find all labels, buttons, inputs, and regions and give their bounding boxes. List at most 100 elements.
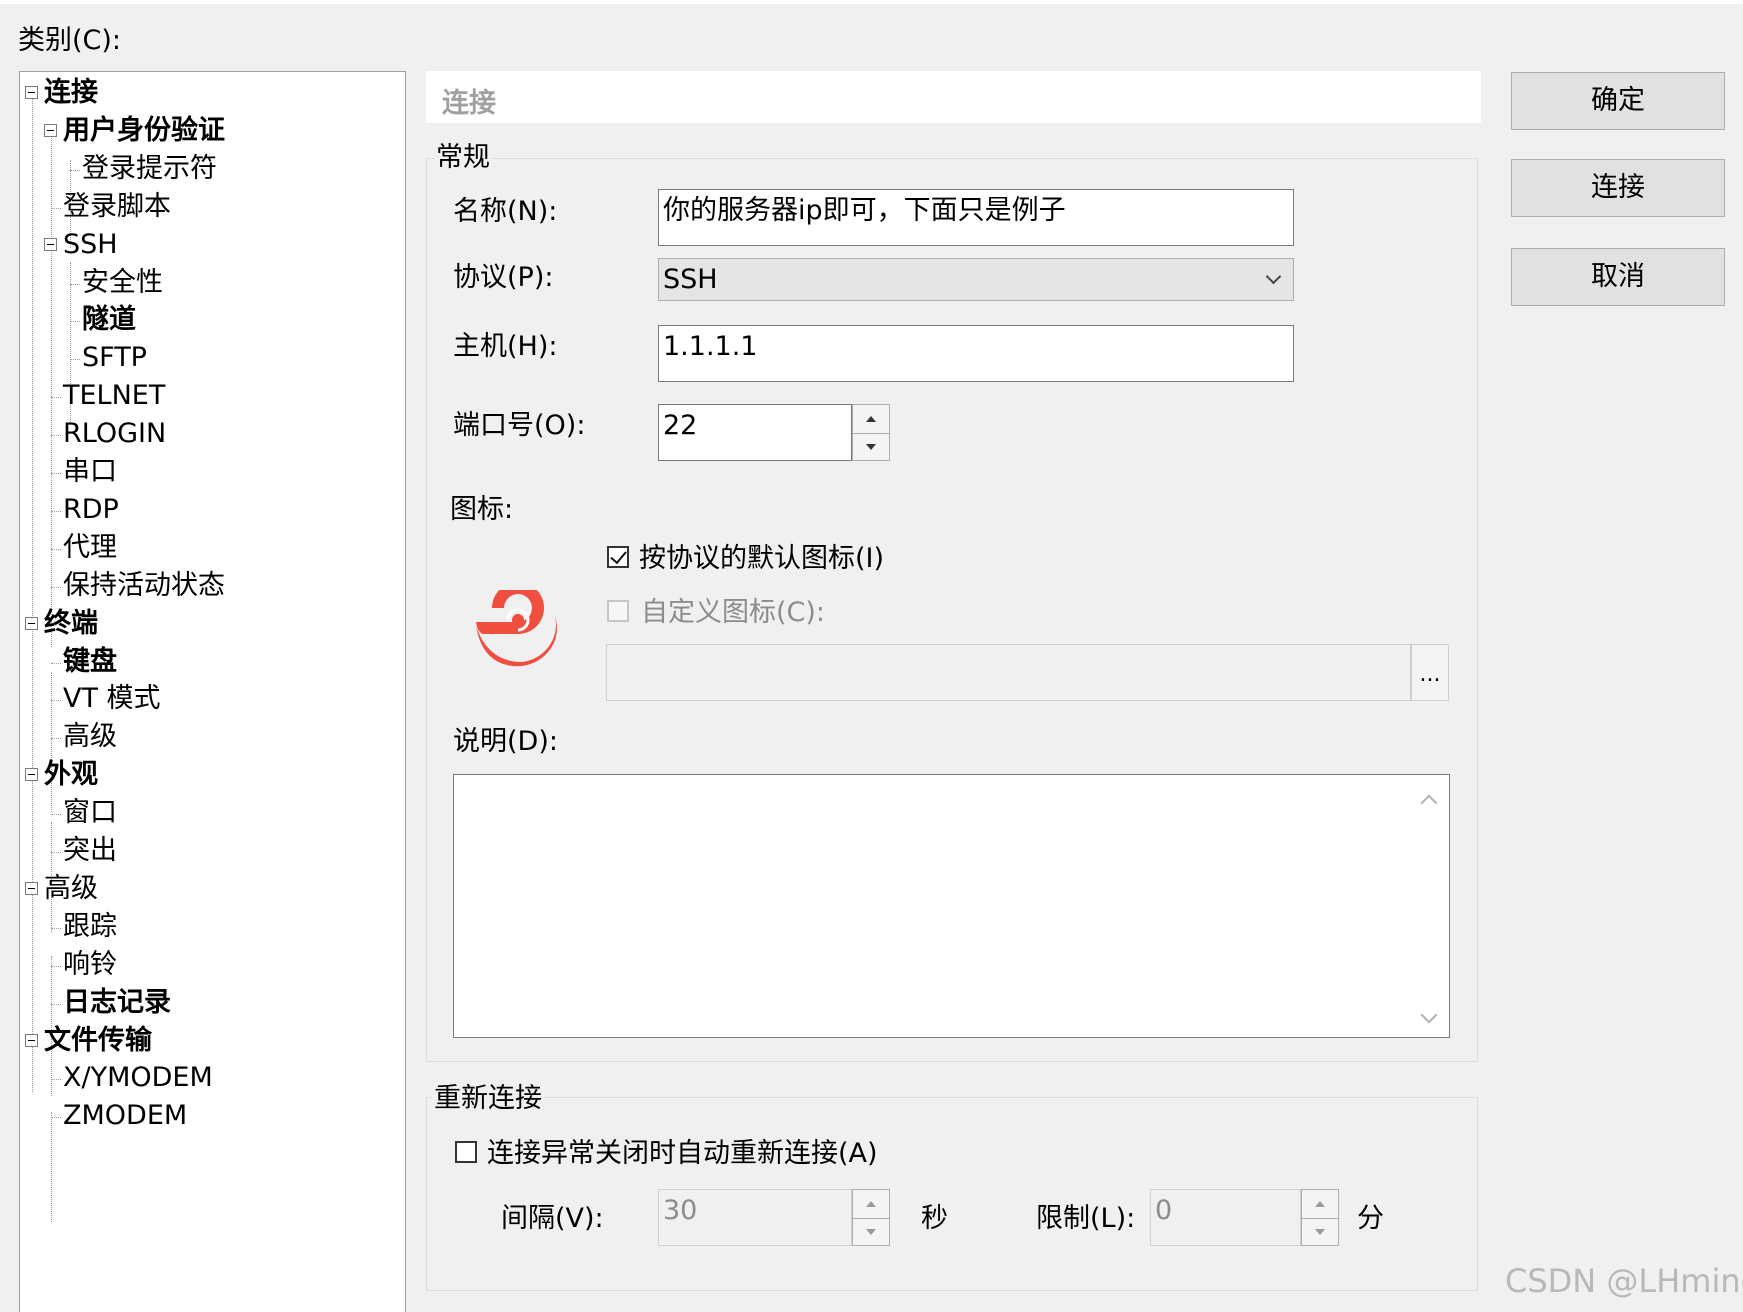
tree-item[interactable]: 保持活动状态 [63,569,225,603]
tree-connector [51,548,61,550]
name-input[interactable]: 你的服务器ip即可，下面只是例子 [658,189,1294,246]
tree-item[interactable]: 登录提示符 [82,152,217,186]
tree-item[interactable]: 突出 [63,834,117,868]
general-group-title: 常规 [434,141,492,175]
tree-item[interactable]: SSH [63,228,118,262]
tree-item[interactable]: X/YMODEM [63,1061,213,1095]
default-icon-label[interactable]: 按协议的默认图标(I) [639,542,884,576]
tree-expander-icon[interactable] [25,86,38,99]
tree-expander-icon[interactable] [44,123,57,137]
panel-title: 连接 [442,88,496,119]
ok-button[interactable]: 确定 [1511,72,1725,130]
tree-connector [51,397,61,399]
tree-expander-icon[interactable] [25,1033,38,1047]
tree-item[interactable]: 安全性 [82,266,163,300]
tree-item[interactable]: RLOGIN [63,417,166,451]
custom-icon-path [606,644,1411,701]
tree-connector [70,321,80,323]
limit-label: 限制(L): [1036,1203,1136,1234]
tree-item[interactable]: 连接 [44,76,98,110]
protocol-value: SSH [663,264,718,295]
protocol-label: 协议(P): [453,262,554,293]
tree-connector [70,169,80,171]
description-label: 说明(D): [453,726,558,757]
tree-item[interactable]: 用户身份验证 [63,114,225,148]
tree-item[interactable]: SFTP [82,341,147,375]
default-icon-checkbox[interactable] [607,546,629,568]
description-textarea[interactable] [453,774,1450,1038]
interval-input[interactable]: 30 [658,1189,852,1246]
scroll-up-icon[interactable] [1420,794,1438,812]
tree-expander-icon[interactable] [25,881,38,895]
tree-connector [51,738,61,740]
reconnect-group-title: 重新连接 [432,1082,544,1116]
auto-reconnect-label[interactable]: 连接异常关闭时自动重新连接(A) [487,1137,878,1171]
connect-button[interactable]: 连接 [1511,159,1725,217]
port-spinner[interactable] [852,404,890,461]
host-label: 主机(H): [453,331,558,362]
tree-item[interactable]: 日志记录 [63,986,171,1020]
tree-connector [70,283,80,285]
tree-item[interactable]: ZMODEM [63,1099,187,1133]
tree-connector [51,965,61,967]
panel-header: 连接 [426,71,1481,123]
port-down-arrow-icon[interactable] [853,432,889,461]
name-label: 名称(N): [453,196,558,227]
tree-item[interactable]: 文件传输 [44,1024,152,1058]
icon-label: 图标: [450,494,514,525]
tree-item[interactable]: 代理 [63,531,117,565]
tree-connector [70,359,80,361]
ssh-spiral-icon [476,590,557,667]
interval-up-arrow-icon[interactable] [853,1190,889,1218]
tree-connector [51,852,61,853]
interval-label: 间隔(V): [501,1203,604,1234]
limit-down-arrow-icon[interactable] [1302,1217,1338,1246]
interval-unit: 秒 [921,1203,948,1234]
tree-item[interactable]: 终端 [44,607,98,641]
custom-icon-label[interactable]: 自定义图标(C): [641,596,825,630]
tree-connector [51,662,61,664]
tree-connector [51,435,61,437]
tree-item[interactable]: 响铃 [63,948,117,982]
limit-up-arrow-icon[interactable] [1302,1190,1338,1218]
tree-expander-icon[interactable] [25,768,38,782]
tree-item[interactable]: 跟踪 [63,910,117,944]
tree-connector [51,1003,61,1005]
tree-expander-icon[interactable] [44,237,57,251]
cancel-button[interactable]: 取消 [1511,248,1725,306]
host-input[interactable]: 1.1.1.1 [658,325,1294,382]
tree-expander-icon[interactable] [25,616,38,630]
tree-item[interactable]: 隧道 [82,303,136,337]
auto-reconnect-checkbox[interactable] [455,1141,477,1163]
browse-button[interactable]: ... [1411,644,1449,701]
tree-item[interactable]: 外观 [44,758,98,792]
interval-down-arrow-icon[interactable] [853,1217,889,1246]
tree-item[interactable]: RDP [63,493,119,527]
tree-item[interactable]: TELNET [63,379,165,413]
tree-item[interactable]: 窗口 [63,796,117,830]
port-input[interactable]: 22 [658,404,852,461]
interval-spinner[interactable] [852,1189,890,1246]
tree-item[interactable]: 键盘 [63,645,117,679]
limit-spinner[interactable] [1301,1189,1339,1246]
protocol-select[interactable]: SSH [658,258,1294,301]
tree-connector [51,814,61,816]
tree-connector [51,1079,61,1081]
tree-connector [51,927,61,929]
chevron-down-icon [1265,268,1282,285]
tree-item[interactable]: 串口 [63,455,117,489]
tree-connector [51,1117,61,1119]
limit-unit: 分 [1357,1203,1384,1234]
port-up-arrow-icon[interactable] [853,405,889,433]
watermark: CSDN @LHmine [1505,1262,1743,1300]
scroll-down-icon[interactable] [1420,1006,1438,1024]
tree-connector [51,207,61,209]
tree-item[interactable]: 登录脚本 [63,190,171,224]
tree-item[interactable]: 高级 [44,872,98,906]
limit-input[interactable]: 0 [1150,1189,1301,1246]
tree-item[interactable]: VT 模式 [63,682,161,716]
tree-item[interactable]: 高级 [63,720,117,754]
tree-connector [51,586,61,588]
tree-connector [51,510,61,512]
custom-icon-checkbox[interactable] [607,600,629,622]
